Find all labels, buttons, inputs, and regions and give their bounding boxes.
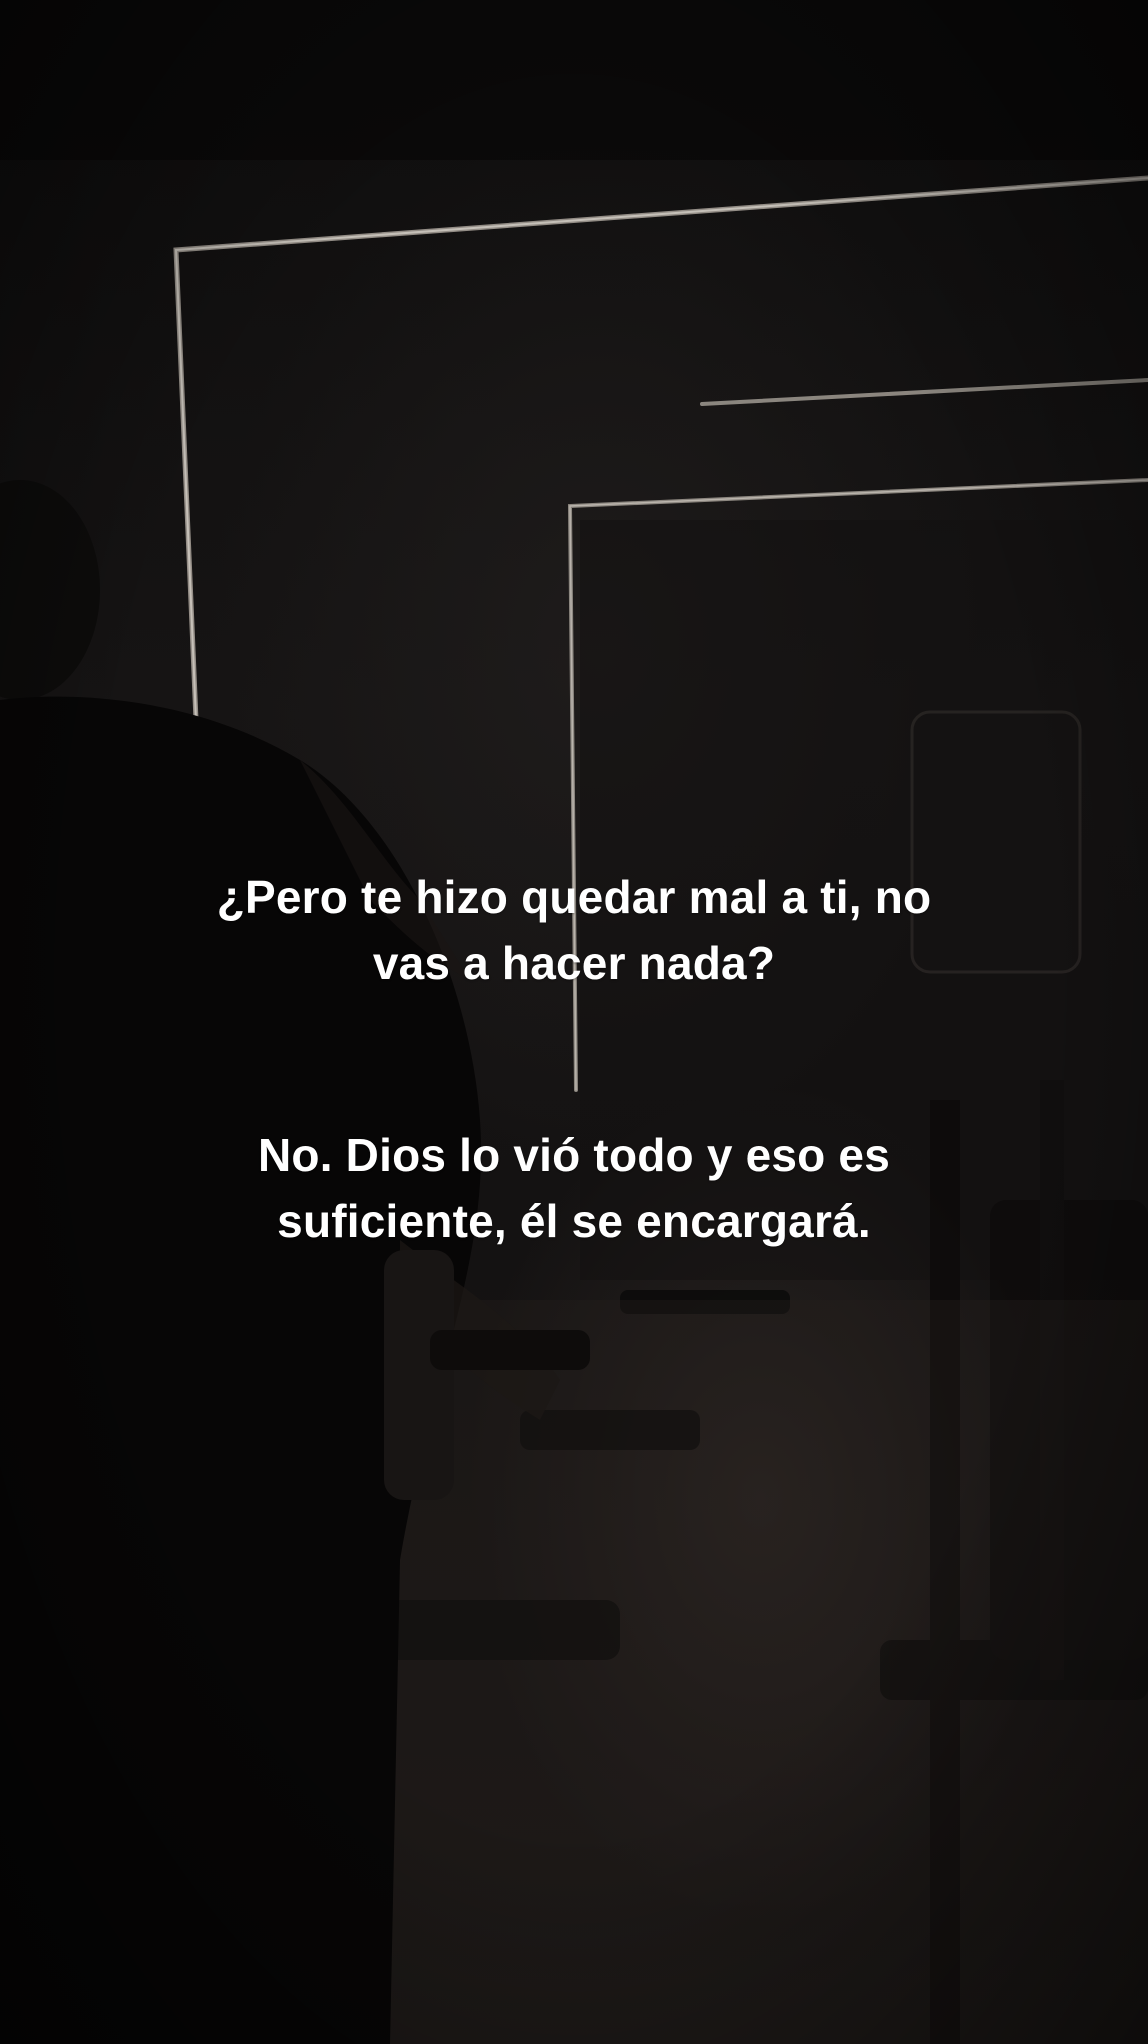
answer-line-2: suficiente, él se encargará. — [277, 1195, 871, 1247]
story-frame: ¿Pero te hizo quedar mal a ti, no vas a … — [0, 0, 1148, 2044]
dark-gym-background-photo — [0, 0, 1148, 2044]
question-line-2: vas a hacer nada? — [372, 937, 776, 989]
question-text: ¿Pero te hizo quedar mal a ti, no vas a … — [0, 864, 1148, 996]
question-line-1: ¿Pero te hizo quedar mal a ti, no — [216, 871, 932, 923]
answer-line-1: No. Dios lo vió todo y eso es — [257, 1129, 890, 1181]
answer-text: No. Dios lo vió todo y eso es suficiente… — [0, 1122, 1148, 1254]
